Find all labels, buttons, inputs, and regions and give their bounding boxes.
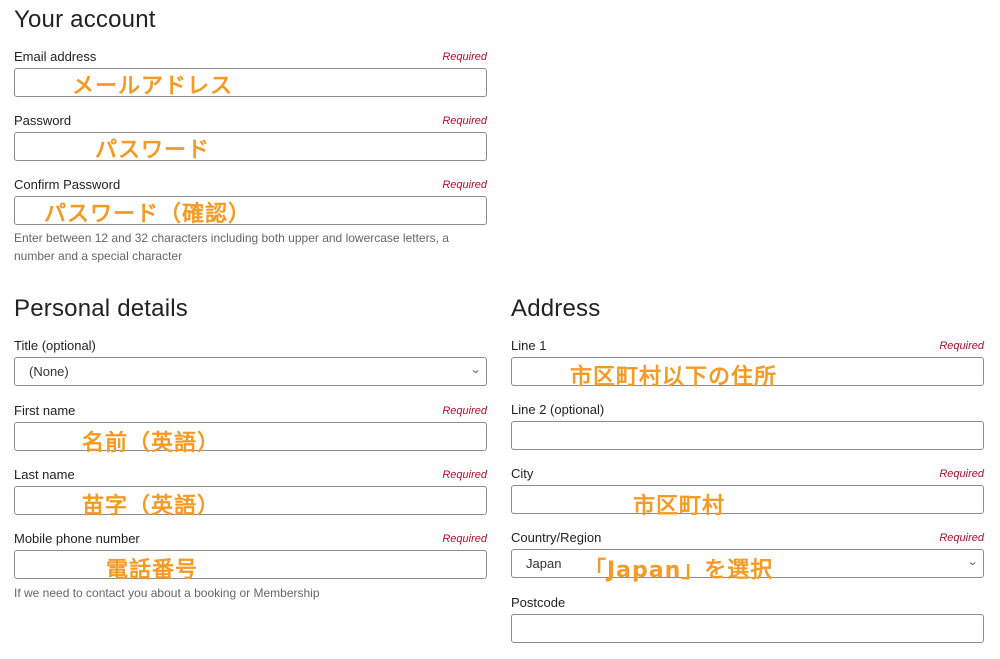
postcode-label: Postcode	[511, 595, 566, 610]
title-select[interactable]: (None) ⌄	[14, 357, 487, 386]
personal-details-heading: Personal details	[14, 295, 188, 322]
last-name-annotation: 苗字（英語）	[82, 494, 221, 519]
password-required: Required	[442, 115, 487, 127]
password-annotation: パスワード	[95, 138, 211, 163]
line1-required: Required	[939, 340, 984, 352]
password-label: Password	[14, 113, 72, 128]
mobile-input[interactable]	[14, 550, 487, 579]
country-select-value: Japan	[526, 556, 562, 571]
email-annotation: メールアドレス	[72, 74, 234, 99]
first-name-required: Required	[442, 405, 487, 417]
password-hint: Enter between 12 and 32 characters inclu…	[14, 231, 449, 263]
line2-input[interactable]	[511, 421, 984, 450]
mobile-label: Mobile phone number	[14, 531, 140, 546]
mobile-required: Required	[442, 533, 487, 545]
title-select-value: (None)	[29, 364, 69, 379]
first-name-label: First name	[14, 403, 76, 418]
chevron-down-icon: ⌄	[469, 364, 482, 376]
city-input[interactable]	[511, 485, 984, 514]
line1-annotation: 市区町村以下の住所	[570, 365, 778, 390]
email-required: Required	[442, 51, 487, 63]
confirm-password-label: Confirm Password	[14, 177, 121, 192]
first-name-annotation: 名前（英語）	[82, 431, 221, 456]
mobile-annotation: 電話番号	[106, 558, 199, 583]
last-name-label: Last name	[14, 467, 75, 482]
country-label: Country/Region	[511, 530, 602, 545]
city-annotation: 市区町村	[633, 494, 726, 519]
line2-label: Line 2 (optional)	[511, 402, 605, 417]
city-label: City	[511, 466, 534, 481]
confirm-password-required: Required	[442, 179, 487, 191]
line1-label: Line 1	[511, 338, 547, 353]
confirm-password-annotation: パスワード（確認）	[44, 202, 252, 227]
email-label: Email address	[14, 49, 97, 64]
chevron-down-icon: ⌄	[966, 556, 979, 568]
your-account-heading: Your account	[14, 6, 156, 33]
city-required: Required	[939, 468, 984, 480]
country-annotation: 「Japan」を選択	[584, 558, 774, 583]
title-label: Title (optional)	[14, 338, 96, 353]
address-heading: Address	[511, 295, 601, 322]
country-required: Required	[939, 532, 984, 544]
mobile-hint: If we need to contact you about a bookin…	[14, 586, 320, 600]
password-input[interactable]	[14, 132, 487, 161]
last-name-required: Required	[442, 469, 487, 481]
postcode-input[interactable]	[511, 614, 984, 643]
